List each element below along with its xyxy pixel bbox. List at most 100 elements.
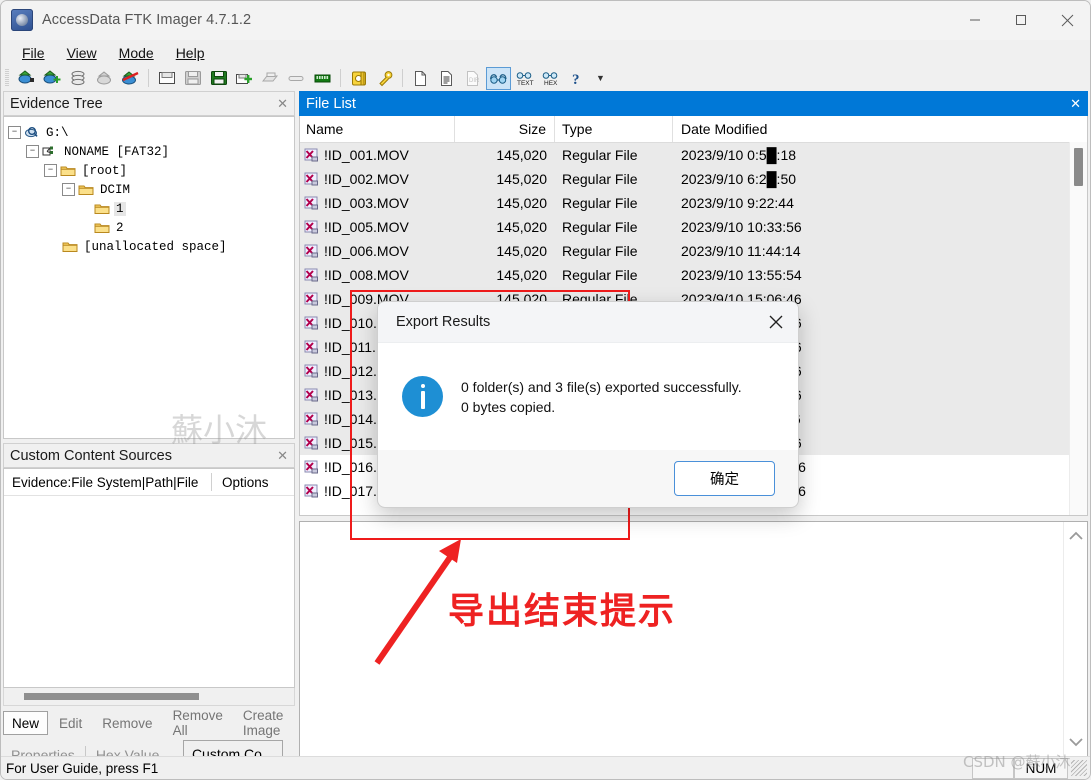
remove-evidence-item-icon[interactable]	[92, 67, 117, 90]
dialog-ok-button[interactable]: 确定	[674, 461, 775, 496]
menu-file[interactable]: File	[11, 42, 56, 64]
folder-icon	[78, 185, 94, 195]
file-name-cell: !ID_003.MOV	[300, 191, 455, 215]
table-row[interactable]: !ID_001.MOV 145,020 Regular File 2023/9/10 …	[300, 143, 1087, 167]
hex-value-interpreter-icon[interactable]: TEXT	[512, 67, 537, 90]
decrypt-ad1-image-icon[interactable]	[284, 67, 309, 90]
export-disk-image-icon[interactable]	[180, 67, 205, 90]
file-date-cell: 2023/9/10 13:55:54	[681, 267, 802, 283]
evidence-tree-panel[interactable]: − G:\ − NONAME [FAT32] − [root] − DCIM 1…	[3, 116, 295, 439]
export-logical-image-icon[interactable]	[206, 67, 231, 90]
export-directory-listing-icon[interactable]: DIR	[460, 67, 485, 90]
resize-grip[interactable]	[1071, 760, 1087, 776]
tree-node-label: DCIM	[100, 182, 131, 197]
toolbar-separator-2	[340, 69, 341, 87]
preview-pane[interactable]: 导出结束提示	[299, 521, 1088, 757]
custom-content-sources-close-icon[interactable]: ✕	[277, 448, 288, 464]
properties-icon[interactable]	[486, 66, 511, 90]
scroll-down-icon[interactable]	[1068, 736, 1084, 748]
file-list-columns: Name Size Type Date Modified	[300, 116, 1087, 143]
tree-expander[interactable]: −	[44, 164, 57, 177]
custom-content-sources-title: Custom Content Sources	[10, 447, 172, 464]
folder-icon	[60, 166, 76, 176]
scroll-up-icon[interactable]	[1068, 530, 1084, 542]
tree-node-partition[interactable]: − NONAME [FAT32]	[8, 142, 290, 161]
tree-expander[interactable]: −	[8, 126, 21, 139]
evidence-tree-title: Evidence Tree	[10, 95, 103, 112]
toolbar-overflow-icon[interactable]: ▼	[596, 73, 605, 83]
menu-mode[interactable]: Mode	[108, 42, 165, 64]
dialog-title-bar: Export Results	[378, 302, 798, 343]
image-mounting-icon[interactable]	[66, 67, 91, 90]
file-name: !ID_001.MOV	[324, 147, 409, 163]
drive-icon	[25, 127, 38, 138]
file-type-cell: Regular File	[562, 147, 638, 163]
evidence-tree-close-icon[interactable]: ✕	[277, 96, 288, 112]
capture-memory-icon[interactable]	[310, 67, 335, 90]
close-button[interactable]	[1044, 1, 1090, 39]
export-files-icon[interactable]	[408, 67, 433, 90]
status-hint: For User Guide, press F1	[6, 760, 159, 776]
main-area: Evidence Tree ✕ − G:\ − NONAME [FAT32] −…	[1, 91, 1090, 767]
custom-content-buttons: New Edit Remove Remove All Create Image	[3, 708, 295, 738]
file-list-vertical-scrollbar[interactable]	[1069, 142, 1087, 515]
minimize-button[interactable]	[952, 1, 998, 39]
tree-expander[interactable]: −	[26, 145, 39, 158]
column-header-options[interactable]: Options	[212, 475, 294, 490]
table-row[interactable]: !ID_003.MOV 145,020 Regular File 2023/9/10 …	[300, 191, 1087, 215]
remove-all-evidence-items-icon[interactable]	[118, 67, 143, 90]
tree-node-root[interactable]: − [root]	[8, 161, 290, 180]
new-button[interactable]: New	[3, 711, 49, 735]
title-bar: AccessData FTK Imager 4.7.1.2	[1, 1, 1090, 40]
file-date-cell: 2023/9/10 11:44:14	[681, 243, 801, 259]
custom-content-sources-panel: Custom Content Sources ✕ Evidence:File S…	[3, 443, 295, 767]
export-file-hash-list-icon[interactable]	[434, 67, 459, 90]
table-row[interactable]: !ID_006.MOV 145,020 Regular File 2023/9/10 …	[300, 239, 1087, 263]
detect-ef-encryption-icon[interactable]	[372, 67, 397, 90]
create-disk-image-icon[interactable]	[154, 67, 179, 90]
mov-file-icon	[304, 484, 318, 497]
custom-content-horizontal-scrollbar[interactable]	[3, 688, 295, 706]
table-row[interactable]: !ID_002.MOV 145,020 Regular File 2023/9/10 …	[300, 167, 1087, 191]
scrollbar-thumb[interactable]	[1074, 148, 1083, 186]
tree-node-drive[interactable]: − G:\	[8, 123, 290, 142]
column-header-type[interactable]: Type	[555, 116, 673, 142]
file-size-cell: 145,020	[496, 171, 547, 187]
add-to-custom-content-image-icon[interactable]	[232, 67, 257, 90]
table-row[interactable]: !ID_008.MOV 145,020 Regular File 2023/9/10 …	[300, 263, 1087, 287]
file-type-cell: Regular File	[562, 243, 638, 259]
scrollbar-thumb[interactable]	[24, 693, 199, 700]
table-row[interactable]: !ID_005.MOV 145,020 Regular File 2023/9/10 …	[300, 215, 1087, 239]
annotation-text: 导出结束提示	[448, 591, 677, 632]
dialog-close-icon[interactable]	[754, 302, 798, 342]
tree-node-dcim[interactable]: − DCIM	[8, 180, 290, 199]
column-header-evidence[interactable]: Evidence:File System|Path|File	[4, 475, 211, 490]
column-header-name[interactable]: Name	[300, 116, 455, 142]
preview-vertical-scrollbar[interactable]	[1063, 522, 1087, 756]
custom-content-sources-list[interactable]: Evidence:File System|Path|File Options	[3, 468, 295, 688]
help-icon[interactable]: ?	[564, 67, 589, 90]
create-custom-content-image-icon[interactable]	[258, 67, 283, 90]
menu-view[interactable]: View	[56, 42, 108, 64]
add-evidence-item-icon[interactable]	[14, 67, 39, 90]
custom-content-sources-icon[interactable]: HEX	[538, 67, 563, 90]
menu-help[interactable]: Help	[165, 42, 216, 64]
file-list-title: File List	[306, 95, 356, 112]
toolbar-separator	[148, 69, 149, 87]
add-all-attached-devices-icon[interactable]	[40, 67, 65, 90]
file-name: !ID_008.MOV	[324, 267, 409, 283]
mov-file-icon	[304, 412, 318, 425]
tree-expander[interactable]: −	[62, 183, 75, 196]
file-date-cell: 2023/9/10 9:22:44	[681, 195, 794, 211]
menu-view-label: View	[66, 44, 97, 61]
tree-node-unallocated[interactable]: [unallocated space]	[8, 237, 290, 256]
column-header-date-modified[interactable]: Date Modified	[673, 116, 1087, 142]
tree-node-folder-2[interactable]: 2	[8, 218, 290, 237]
tree-node-folder-1[interactable]: 1	[8, 199, 290, 218]
obtain-protected-files-icon[interactable]	[346, 67, 371, 90]
column-header-size[interactable]: Size	[455, 116, 555, 142]
maximize-button[interactable]	[998, 1, 1044, 39]
dialog-message: 0 folder(s) and 3 file(s) exported succe…	[461, 377, 742, 417]
toolbar-grip[interactable]	[5, 69, 9, 87]
file-list-close-icon[interactable]: ✕	[1070, 96, 1081, 112]
